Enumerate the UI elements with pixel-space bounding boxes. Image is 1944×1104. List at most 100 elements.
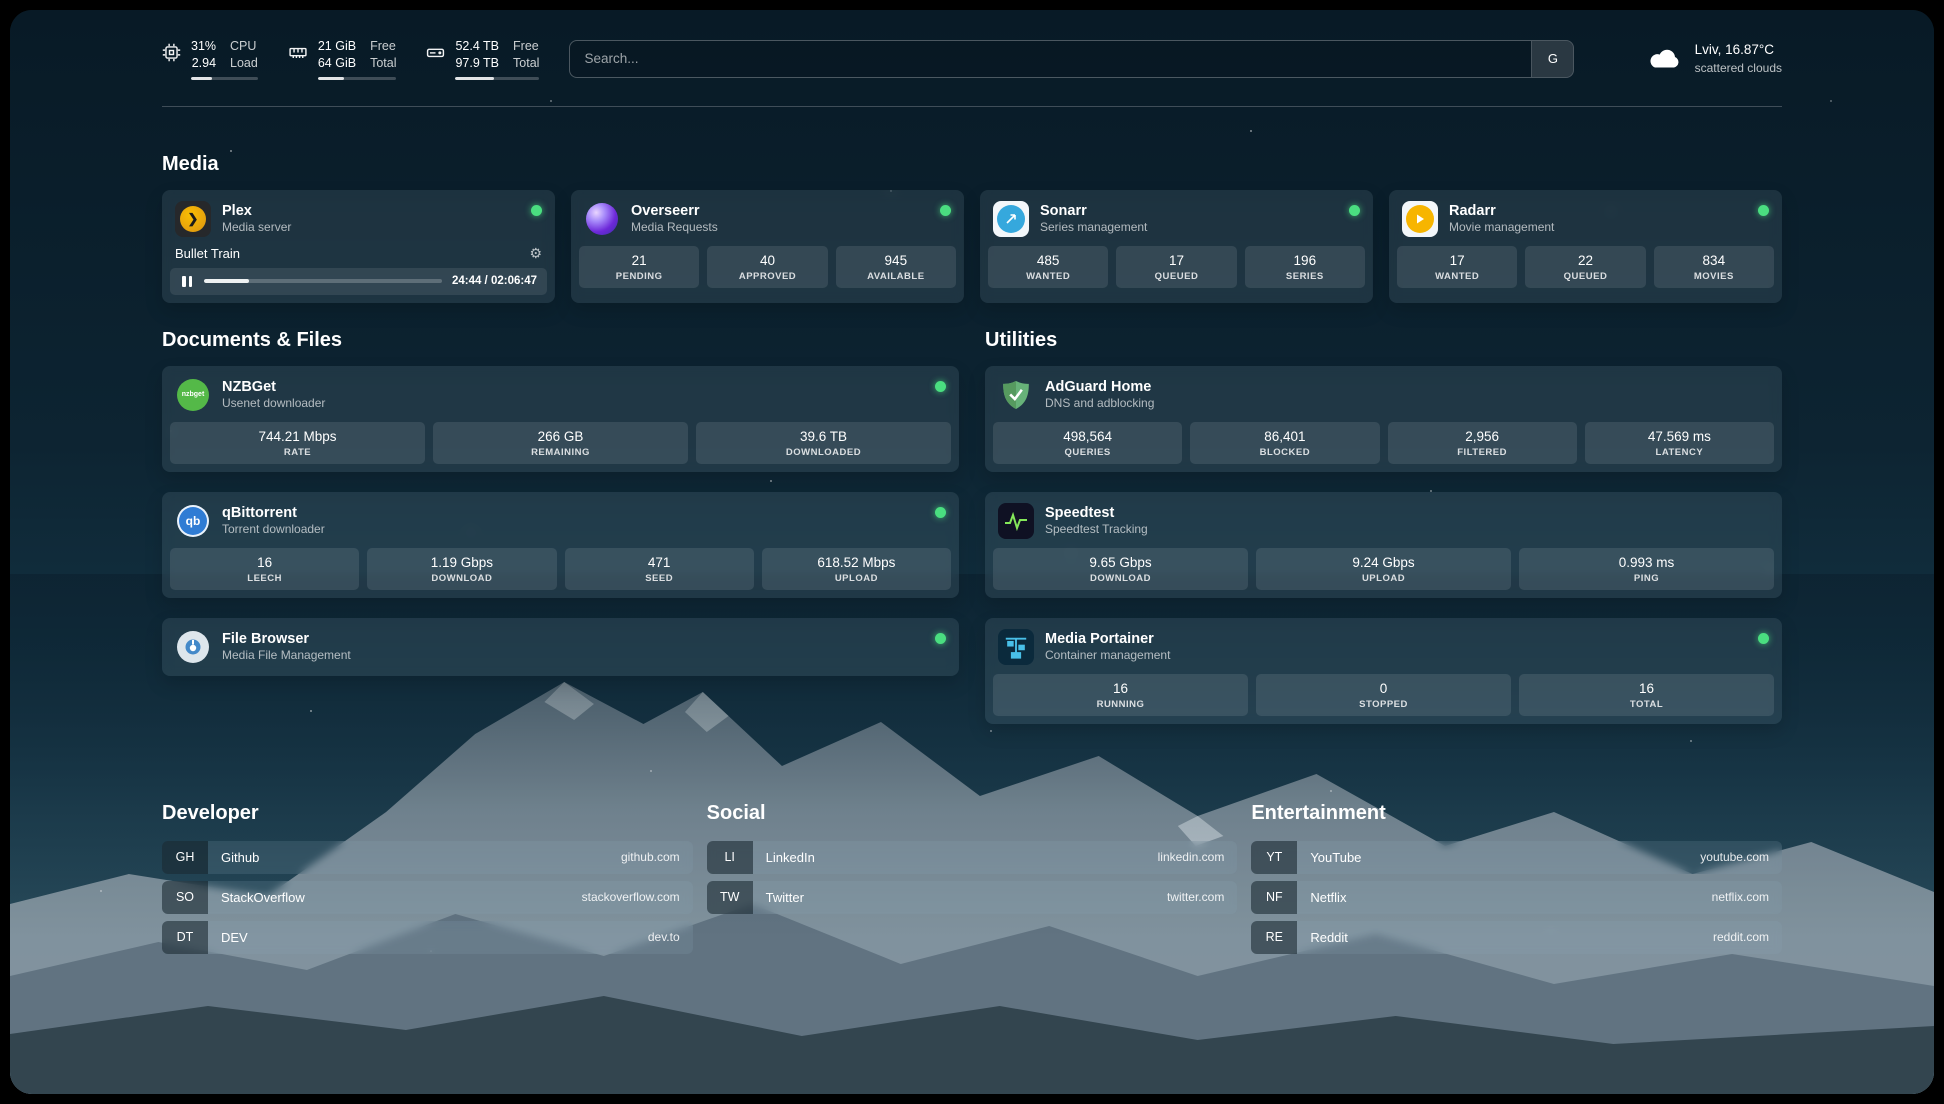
page-content: 31% 2.94 CPU Load <box>162 10 1782 961</box>
service-subtitle: Speedtest Tracking <box>1045 522 1148 537</box>
nzbget-icon: nzbget <box>175 377 211 413</box>
bookmark-twitter[interactable]: TW Twitter twitter.com <box>707 881 1238 914</box>
stat-value: 471 <box>569 555 750 570</box>
stat-queries: 498,564 QUERIES <box>993 422 1182 464</box>
stat-ping: 0.993 ms PING <box>1519 548 1774 590</box>
bookmark-abbr: LI <box>707 841 753 874</box>
stat-label: BLOCKED <box>1194 447 1375 458</box>
service-subtitle: Container management <box>1045 648 1170 663</box>
bookmark-abbr: DT <box>162 921 208 954</box>
stat-movies: 834 MOVIES <box>1654 246 1774 288</box>
bookmark-name: StackOverflow <box>208 890 318 905</box>
service-subtitle: Media server <box>222 220 291 235</box>
qbittorrent-card[interactable]: qb qBittorrent Torrent downloader 16 LEE… <box>162 492 959 598</box>
pause-button[interactable] <box>180 275 194 288</box>
section-title-media: Media <box>162 153 1782 176</box>
stat-label: SERIES <box>1249 271 1361 282</box>
portainer-card[interactable]: Media Portainer Container management 16 … <box>985 618 1782 724</box>
stat-label: TOTAL <box>1523 699 1770 710</box>
service-name: Speedtest <box>1045 504 1148 522</box>
bookmark-linkedin[interactable]: LI LinkedIn linkedin.com <box>707 841 1238 874</box>
search-input[interactable] <box>570 41 1531 77</box>
speedtest-card[interactable]: Speedtest Speedtest Tracking 9.65 Gbps D… <box>985 492 1782 598</box>
cpu-label: CPU <box>230 38 258 55</box>
stat-value: 744.21 Mbps <box>174 429 421 444</box>
service-name: Sonarr <box>1040 202 1147 220</box>
playback-progress[interactable] <box>204 279 442 283</box>
status-dot <box>935 633 946 644</box>
radarr-icon <box>1402 201 1438 237</box>
media-grid: ❯ Plex Media server Bullet Train ⚙ <box>162 190 1782 303</box>
stat-running: 16 RUNNING <box>993 674 1248 716</box>
gear-icon[interactable]: ⚙ <box>529 246 542 260</box>
stat-filtered: 2,956 FILTERED <box>1388 422 1577 464</box>
memory-progress-bar <box>318 77 397 80</box>
stat-download: 9.65 Gbps DOWNLOAD <box>993 548 1248 590</box>
adguard-card[interactable]: AdGuard Home DNS and adblocking 498,564 … <box>985 366 1782 472</box>
service-name: Overseerr <box>631 202 718 220</box>
stat-value: 17 <box>1401 253 1513 268</box>
bookmark-github[interactable]: GH Github github.com <box>162 841 693 874</box>
cpu-progress-bar <box>191 77 258 80</box>
sonarr-card[interactable]: Sonarr Series management 485 WANTED 17 Q… <box>980 190 1373 303</box>
cpu-load-label: Load <box>230 55 258 72</box>
status-dot <box>940 205 951 216</box>
overseerr-card[interactable]: Overseerr Media Requests 21 PENDING 40 A… <box>571 190 964 303</box>
bookmark-reddit[interactable]: RE Reddit reddit.com <box>1251 921 1782 954</box>
now-playing-title: Bullet Train <box>175 246 240 261</box>
cpu-body: 31% 2.94 CPU Load <box>191 38 258 80</box>
service-name: qBittorrent <box>222 504 325 522</box>
bookmarks-developer: Developer GH Github github.com SO StackO… <box>162 802 693 961</box>
files-column: Documents & Files nzbget NZBGet Usenet d… <box>162 329 959 744</box>
disk-free-value: 52.4 TB <box>455 38 499 55</box>
player-bar: 24:44 / 02:06:47 <box>170 268 547 295</box>
bookmarks-social: Social LI LinkedIn linkedin.com TW Twitt… <box>707 802 1238 961</box>
stat-label: LEECH <box>174 573 355 584</box>
bookmark-abbr: SO <box>162 881 208 914</box>
stat-upload: 618.52 Mbps UPLOAD <box>762 548 951 590</box>
stat-remaining: 266 GB REMAINING <box>433 422 688 464</box>
bookmark-abbr: TW <box>707 881 753 914</box>
header-divider <box>162 106 1782 107</box>
stat-value: 17 <box>1120 253 1232 268</box>
service-name: File Browser <box>222 630 351 648</box>
bookmark-url: twitter.com <box>1167 890 1237 904</box>
bookmark-abbr: YT <box>1251 841 1297 874</box>
memory-icon <box>288 43 308 62</box>
stat-value: 22 <box>1529 253 1641 268</box>
search-provider-button[interactable]: G <box>1531 41 1573 77</box>
stat-value: 21 <box>583 253 695 268</box>
stat-label: PENDING <box>583 271 695 282</box>
stat-label: UPLOAD <box>766 573 947 584</box>
bookmark-name: DEV <box>208 930 261 945</box>
search-bar: G <box>569 40 1574 78</box>
filebrowser-card[interactable]: File Browser Media File Management <box>162 618 959 676</box>
stat-download: 1.19 Gbps DOWNLOAD <box>367 548 556 590</box>
bookmark-netflix[interactable]: NF Netflix netflix.com <box>1251 881 1782 914</box>
stat-label: DOWNLOAD <box>997 573 1244 584</box>
stat-label: AVAILABLE <box>840 271 952 282</box>
plex-card[interactable]: ❯ Plex Media server Bullet Train ⚙ <box>162 190 555 303</box>
bookmark-url: stackoverflow.com <box>582 890 693 904</box>
stat-label: UPLOAD <box>1260 573 1507 584</box>
stat-label: WANTED <box>992 271 1104 282</box>
stat-seed: 471 SEED <box>565 548 754 590</box>
disk-widget: 52.4 TB 97.9 TB Free Total <box>426 38 539 80</box>
stat-value: 1.19 Gbps <box>371 555 552 570</box>
qbittorrent-icon: qb <box>175 503 211 539</box>
stat-value: 834 <box>1658 253 1770 268</box>
bookmark-dev[interactable]: DT DEV dev.to <box>162 921 693 954</box>
stat-downloaded: 39.6 TB DOWNLOADED <box>696 422 951 464</box>
stat-label: RUNNING <box>997 699 1244 710</box>
stat-value: 86,401 <box>1194 429 1375 444</box>
stat-value: 40 <box>711 253 823 268</box>
bookmark-youtube[interactable]: YT YouTube youtube.com <box>1251 841 1782 874</box>
nzbget-card[interactable]: nzbget NZBGet Usenet downloader 744.21 M… <box>162 366 959 472</box>
section-title-developer: Developer <box>162 802 693 825</box>
radarr-card[interactable]: Radarr Movie management 17 WANTED 22 QUE… <box>1389 190 1782 303</box>
stat-value: 618.52 Mbps <box>766 555 947 570</box>
weather-condition: scattered clouds <box>1695 60 1782 77</box>
bookmark-stackoverflow[interactable]: SO StackOverflow stackoverflow.com <box>162 881 693 914</box>
disk-icon <box>426 43 445 62</box>
filebrowser-icon <box>175 629 211 665</box>
